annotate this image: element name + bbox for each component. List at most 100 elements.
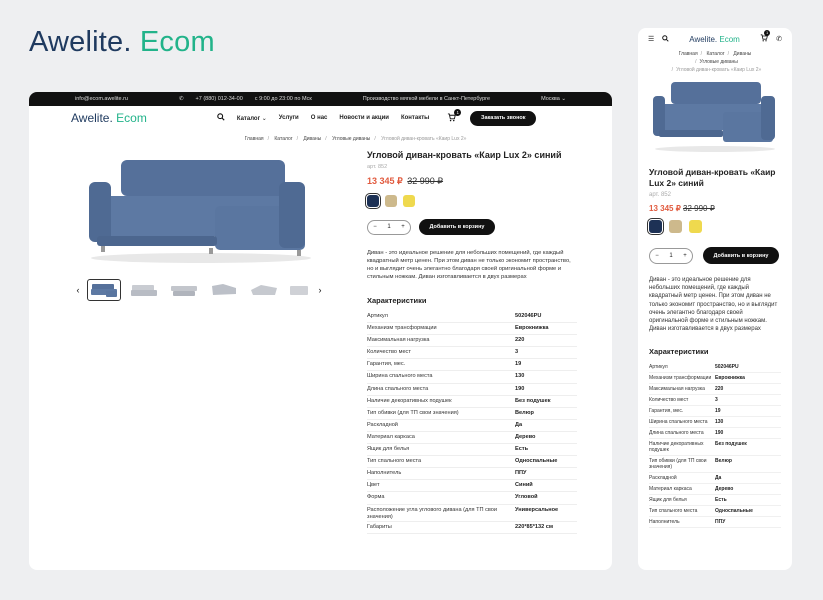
characteristic-value: Синий — [515, 482, 533, 489]
characteristic-row: Наличие декоративных подушек Без подушек — [367, 396, 577, 408]
cart-icon[interactable]: 1 — [447, 108, 462, 124]
swatch-beige[interactable] — [385, 195, 397, 207]
product-title: Угловой диван-кровать «Каир Lux 2» синий — [367, 150, 562, 160]
characteristic-key: Длина спального места — [367, 385, 429, 392]
characteristic-key: Наличие декоративных подушек — [367, 397, 452, 404]
characteristics-table: Артикул 502046PU Механизм трансформации Евр… — [649, 362, 781, 529]
main-nav: Каталог ⌄ Услуги О нас Новости и акции К… — [217, 113, 429, 123]
city-select[interactable]: Москва ⌄ — [541, 96, 566, 102]
characteristic-value: 502046PU — [515, 313, 542, 319]
thumbnail[interactable] — [87, 279, 121, 301]
product-description: Диван - это идеальное решение для неболь… — [649, 277, 778, 333]
characteristic-value: Велюр — [515, 409, 534, 416]
characteristic-row: Длина спального места 190 — [367, 384, 577, 396]
swatch-yellow[interactable] — [403, 195, 415, 207]
chevron-down-icon: ⌄ — [261, 115, 267, 122]
characteristic-row: Раскладной Да — [367, 420, 577, 432]
prev-arrow-icon[interactable]: ‹ — [75, 285, 81, 295]
characteristic-row: Тип обивки (для ТП свои значения) Велюр — [649, 456, 781, 474]
characteristic-value: 190 — [515, 385, 525, 392]
thumbnail[interactable] — [127, 279, 161, 301]
thumbnail[interactable] — [287, 279, 311, 301]
mobile-logo[interactable]: Awelite. Ecom — [689, 35, 740, 44]
breadcrumb-sofas[interactable]: Диваны — [303, 136, 321, 142]
qty-plus-button[interactable]: + — [683, 253, 687, 259]
breadcrumb-home[interactable]: Главная — [245, 136, 264, 142]
nav-item-catalog[interactable]: Каталог ⌄ — [237, 115, 267, 122]
cart-icon[interactable]: 1 — [760, 30, 771, 44]
characteristic-value: Да — [715, 475, 722, 482]
characteristic-key: Механизм трансформации — [367, 325, 437, 332]
characteristic-value: 130 — [715, 419, 724, 426]
breadcrumb-corner-sofas[interactable]: Угловые диваны — [700, 59, 738, 65]
search-icon[interactable] — [217, 113, 225, 123]
old-price: 32 990 ₽ — [683, 204, 715, 213]
characteristic-key: Ящик для белья — [649, 497, 687, 504]
swatch-beige[interactable] — [669, 220, 682, 233]
characteristic-key: Тип обивки (для ТП свои значения) — [649, 458, 707, 471]
add-to-cart-button[interactable]: Добавить в корзину — [703, 247, 779, 264]
thumbnail[interactable] — [247, 279, 281, 301]
brand-part1: Awelite. — [29, 26, 132, 58]
nav-item-contacts[interactable]: Контакты — [401, 115, 429, 121]
qty-minus-button[interactable]: − — [373, 224, 377, 230]
product-info: Угловой диван-кровать «Каир Lux 2» синий… — [365, 150, 577, 534]
next-arrow-icon[interactable]: › — [317, 285, 323, 295]
color-swatches — [365, 193, 577, 209]
nav-item-news[interactable]: Новости и акции — [339, 115, 389, 121]
characteristic-key: Материал каркаса — [367, 433, 415, 440]
quantity-stepper: − 1 + — [367, 219, 411, 235]
characteristic-value: Без подушек — [715, 441, 747, 448]
qty-minus-button[interactable]: − — [655, 253, 659, 259]
chevron-down-icon: ⌄ — [561, 96, 566, 102]
characteristic-value: Дерево — [515, 433, 536, 440]
breadcrumb-catalog[interactable]: Каталог — [706, 51, 724, 57]
characteristic-key: Артикул — [367, 313, 388, 319]
characteristic-key: Наличие декоративных подушек — [649, 441, 704, 454]
qty-value[interactable]: 1 — [387, 224, 390, 230]
characteristic-key: Раскладной — [649, 475, 677, 482]
search-icon[interactable] — [662, 34, 669, 44]
characteristic-row: Ящик для белья Есть — [649, 495, 781, 507]
characteristic-row: Количество мест 3 — [367, 347, 577, 360]
product-main-image[interactable] — [75, 154, 327, 266]
header-logo[interactable]: Awelite. Ecom — [71, 111, 147, 125]
characteristic-value: 130 — [515, 373, 525, 380]
nav-item-services[interactable]: Услуги — [279, 115, 299, 121]
product-price: 13 345 ₽ 32 990 ₽ — [649, 204, 715, 213]
characteristic-key: Тип спального места — [649, 508, 698, 515]
topbar-email[interactable]: info@ecom.awelite.ru — [75, 96, 128, 102]
phone-icon[interactable]: ✆ — [776, 35, 782, 43]
thumbnail[interactable] — [207, 279, 241, 301]
breadcrumb-catalog[interactable]: Каталог — [274, 136, 292, 142]
characteristic-row: Артикул 502046PU — [367, 311, 577, 324]
characteristic-row: Артикул 502046PU — [649, 362, 781, 374]
menu-icon[interactable]: ☰ — [648, 35, 654, 43]
mobile-mockup: ☰ Awelite. Ecom 1 ✆ Главная / Каталог / Ди… — [638, 28, 792, 570]
characteristic-row: Наполнитель ППУ — [649, 517, 781, 529]
characteristic-row: Длина спального места 190 — [649, 428, 781, 440]
breadcrumb-sofas[interactable]: Диваны — [733, 51, 751, 57]
swatch-navy[interactable] — [647, 218, 664, 235]
mobile-product-image[interactable] — [649, 78, 781, 154]
characteristic-key: Гарантия, мес. — [367, 361, 406, 368]
mobile-header: ☰ Awelite. Ecom 1 ✆ — [638, 28, 792, 50]
swatch-navy[interactable] — [365, 193, 381, 209]
cart-count-badge: 1 — [764, 30, 771, 36]
breadcrumb-corner-sofas[interactable]: Угловые диваны — [332, 136, 370, 142]
call-button[interactable]: Заказать звонок — [470, 110, 537, 126]
characteristic-row: Количество мест 3 — [649, 395, 781, 407]
characteristic-row: Механизм трансформации Еврокнижка — [367, 323, 577, 336]
thumbnail[interactable] — [167, 279, 201, 301]
characteristic-row: Наполнитель ППУ — [367, 468, 577, 481]
topbar-phone[interactable]: +7 (880) 012-34-00 — [196, 96, 243, 102]
product-price: 13 345 ₽ 32 990 ₽ — [367, 176, 444, 186]
characteristic-row: Форма Угловой — [367, 492, 577, 505]
qty-value[interactable]: 1 — [669, 253, 672, 259]
nav-item-about[interactable]: О нас — [311, 115, 328, 121]
characteristic-key: Максимальная нагрузка — [649, 386, 705, 393]
qty-plus-button[interactable]: + — [401, 224, 405, 230]
swatch-yellow[interactable] — [689, 220, 702, 233]
add-to-cart-button[interactable]: Добавить в корзину — [419, 219, 495, 235]
breadcrumb-home[interactable]: Главная — [679, 51, 698, 57]
